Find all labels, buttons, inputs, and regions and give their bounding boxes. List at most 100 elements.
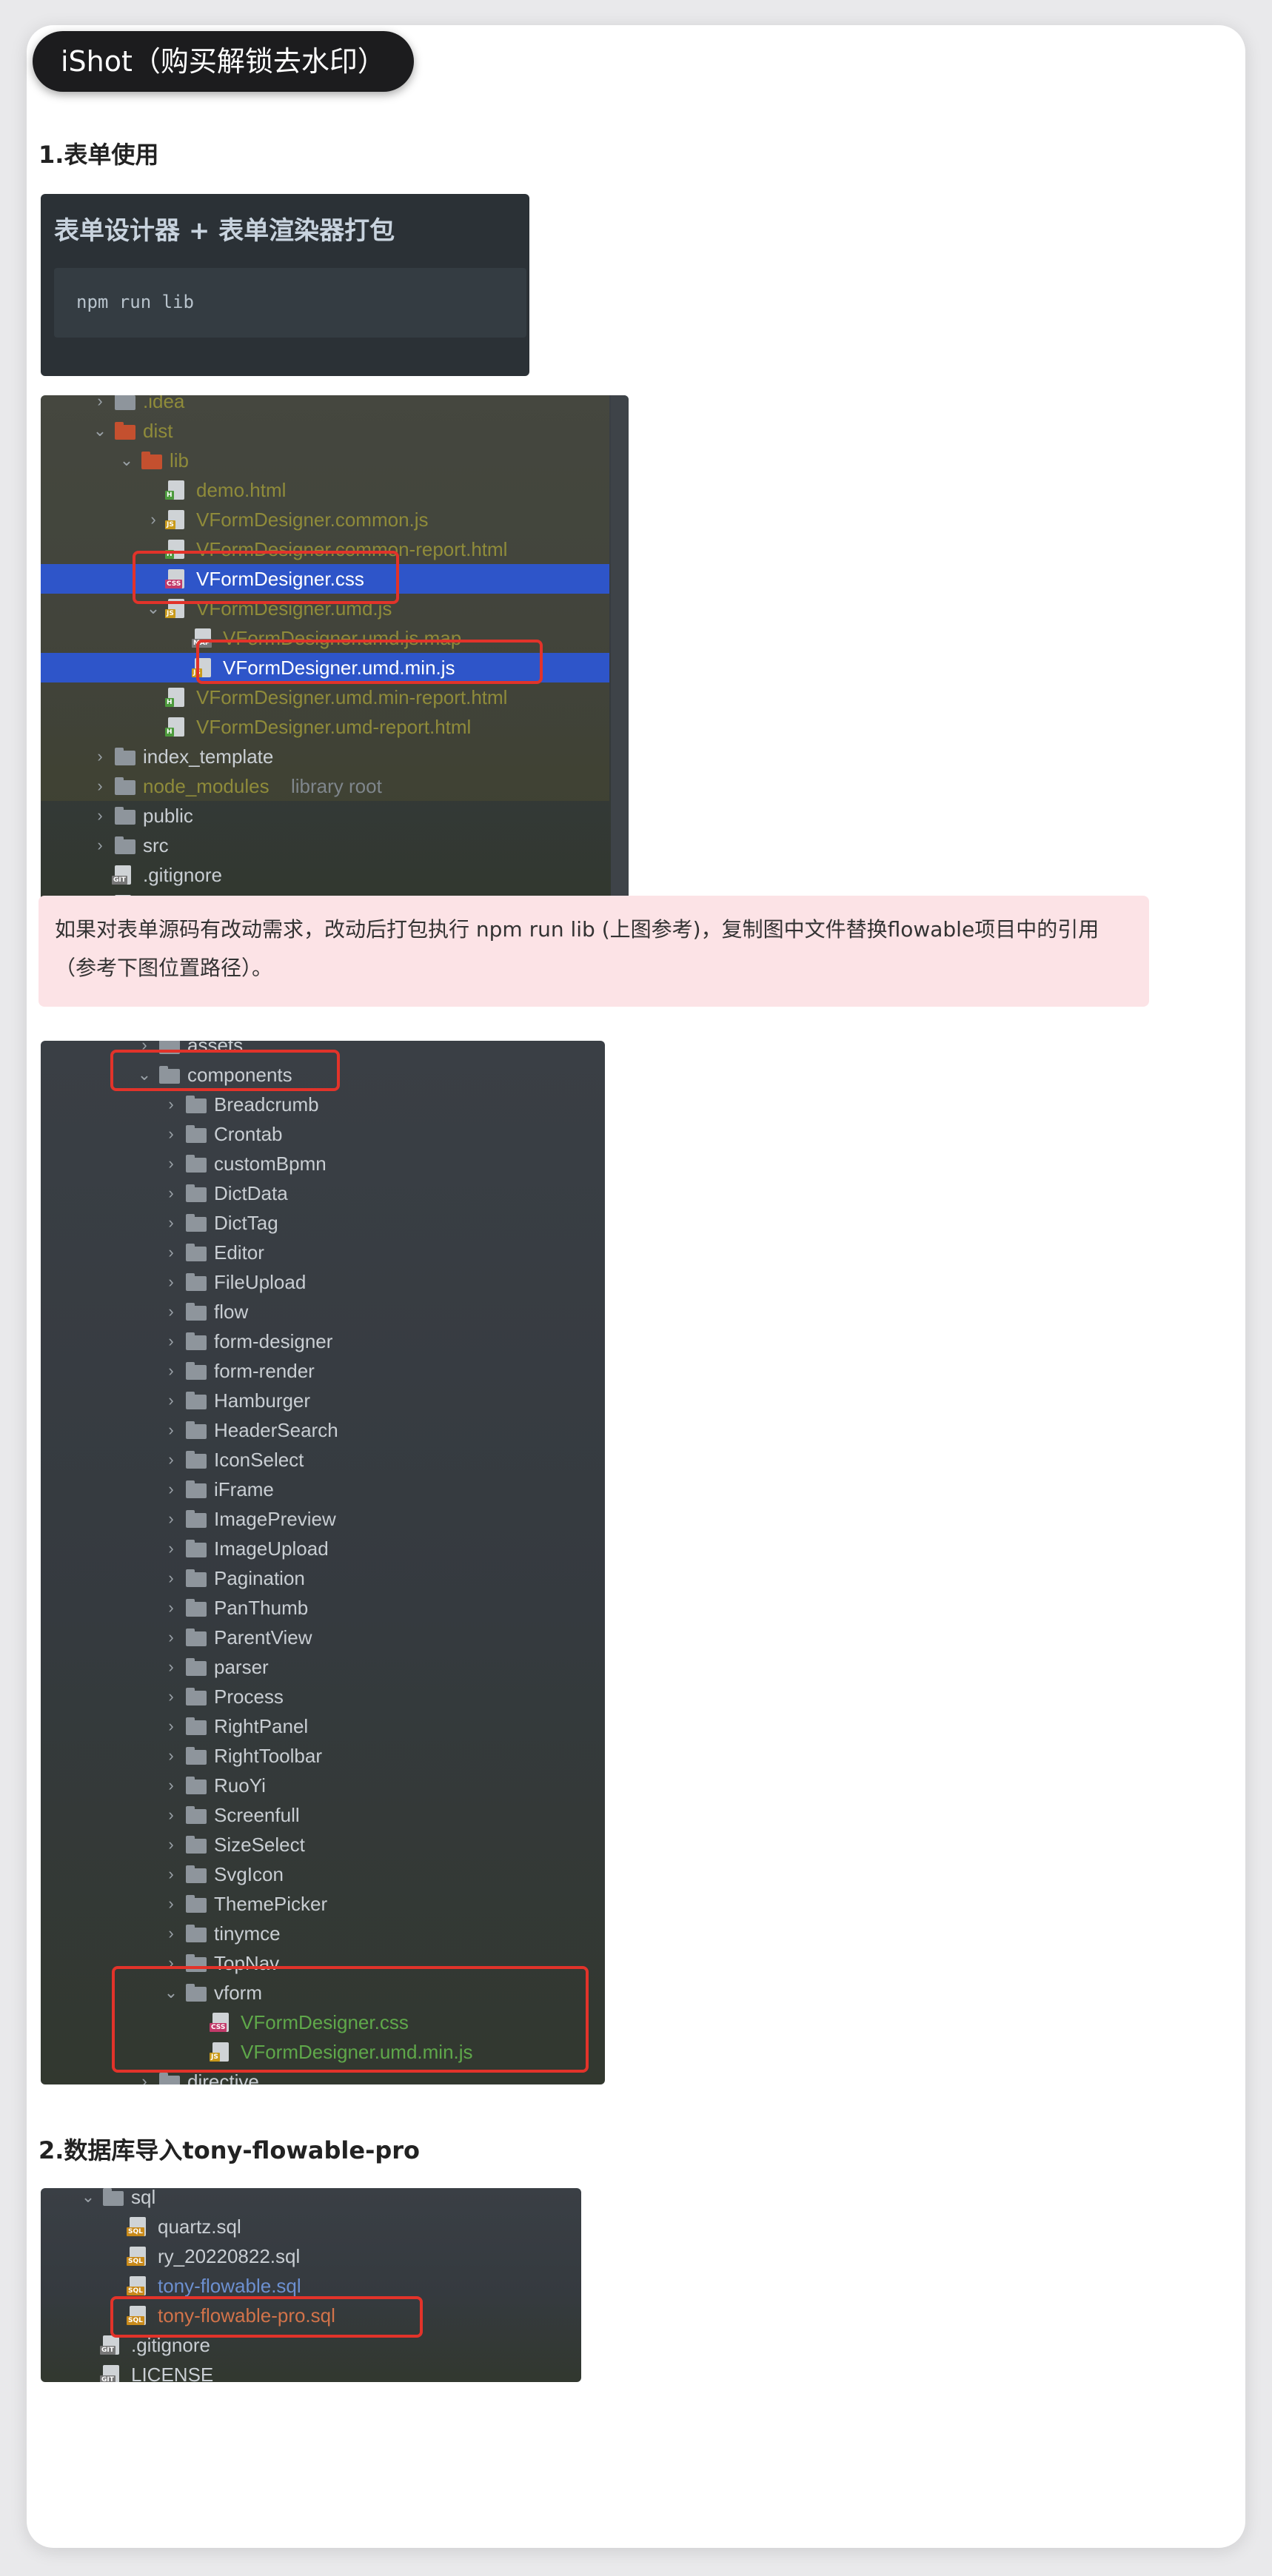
highlight-box <box>110 1050 340 1091</box>
tree-row[interactable]: ⌄ lib <box>41 446 609 475</box>
chevron-right-icon[interactable]: › <box>161 1475 181 1504</box>
tree-row[interactable]: › customBpmn <box>41 1149 605 1178</box>
folder-icon <box>186 1688 207 1705</box>
chevron-right-icon[interactable]: › <box>161 1178 181 1208</box>
folder-icon <box>186 1629 207 1646</box>
tree-row[interactable]: › Breadcrumb <box>41 1090 605 1119</box>
chevron-right-icon[interactable]: › <box>161 1889 181 1919</box>
chevron-right-icon[interactable]: › <box>161 1267 181 1297</box>
tree-row[interactable]: › HeaderSearch <box>41 1415 605 1445</box>
tree-row[interactable]: › node_modules library root <box>41 771 609 801</box>
chevron-right-icon[interactable]: › <box>161 1386 181 1415</box>
tree-row-label: VFormDesigner.umd-report.html <box>196 716 472 738</box>
tree-row[interactable]: SQL quartz.sql <box>41 2212 581 2241</box>
chevron-right-icon[interactable]: › <box>161 1534 181 1563</box>
tree-row[interactable]: ⌄ dist <box>41 416 609 446</box>
chevron-right-icon[interactable]: › <box>161 1090 181 1119</box>
tree-row-label: demo.html <box>196 479 287 501</box>
chevron-right-icon[interactable]: › <box>90 801 110 831</box>
tree-row[interactable]: › flow <box>41 1297 605 1326</box>
chevron-right-icon[interactable]: › <box>161 1919 181 1948</box>
tree-row[interactable]: Hdemo.html <box>41 475 609 505</box>
chevron-right-icon[interactable]: › <box>90 831 110 860</box>
chevron-right-icon[interactable]: › <box>161 1238 181 1267</box>
chevron-right-icon[interactable]: › <box>143 505 164 534</box>
tree-row[interactable]: › RuoYi <box>41 1771 605 1800</box>
chevron-right-icon[interactable]: › <box>161 1652 181 1682</box>
tree-row[interactable]: › FileUpload <box>41 1267 605 1297</box>
chevron-right-icon[interactable]: › <box>161 1682 181 1711</box>
chevron-right-icon[interactable]: › <box>161 1741 181 1771</box>
chevron-right-icon[interactable]: › <box>161 1326 181 1356</box>
tree-row[interactable]: › SvgIcon <box>41 1859 605 1889</box>
chevron-right-icon[interactable]: › <box>161 1356 181 1386</box>
tree-row[interactable]: › tinymce <box>41 1919 605 1948</box>
tree-row[interactable]: › Pagination <box>41 1563 605 1593</box>
tree-row-label: parser <box>214 1656 269 1678</box>
chevron-down-icon[interactable]: ⌄ <box>90 416 110 446</box>
tree-row[interactable]: GIT LICENSE <box>41 2360 581 2382</box>
chevron-right-icon[interactable]: › <box>161 1771 181 1800</box>
chevron-right-icon[interactable]: › <box>161 1504 181 1534</box>
chevron-right-icon[interactable]: › <box>161 1208 181 1238</box>
folder-icon <box>186 1392 207 1409</box>
tree-row[interactable]: › SizeSelect <box>41 1830 605 1859</box>
folder-icon <box>186 1865 207 1883</box>
chevron-right-icon[interactable]: › <box>161 1800 181 1830</box>
tree-row[interactable]: › DictTag <box>41 1208 605 1238</box>
chevron-right-icon[interactable]: › <box>161 1119 181 1149</box>
tree-row[interactable]: › src <box>41 831 609 860</box>
chevron-right-icon[interactable]: › <box>161 1149 181 1178</box>
chevron-right-icon[interactable]: › <box>161 1415 181 1445</box>
tree-row[interactable]: › ThemePicker <box>41 1889 605 1919</box>
tree-row-label: SvgIcon <box>214 1863 284 1885</box>
tree-row[interactable]: SQL ry_20220822.sql <box>41 2241 581 2271</box>
tree-row-label: Pagination <box>214 1567 305 1589</box>
tree-row[interactable]: › iFrame <box>41 1475 605 1504</box>
tree-row[interactable]: › ParentView <box>41 1623 605 1652</box>
tree-row[interactable]: › IconSelect <box>41 1445 605 1475</box>
tree-row[interactable]: › JS VFormDesigner.common.js <box>41 505 609 534</box>
tree-row[interactable]: › Hamburger <box>41 1386 605 1415</box>
chevron-right-icon[interactable]: › <box>161 1623 181 1652</box>
tree-row[interactable]: H VFormDesigner.umd-report.html <box>41 712 609 742</box>
chevron-right-icon[interactable]: › <box>90 395 110 416</box>
tree-row-label: RightToolbar <box>214 1745 322 1767</box>
tree-row[interactable]: › index_template <box>41 742 609 771</box>
tree-row-label: src <box>143 834 169 856</box>
tree-row[interactable]: › Editor <box>41 1238 605 1267</box>
chevron-right-icon[interactable]: › <box>90 742 110 771</box>
tree-row[interactable]: › ImageUpload <box>41 1534 605 1563</box>
folder-icon <box>186 1332 207 1350</box>
tree-row[interactable]: › ImagePreview <box>41 1504 605 1534</box>
tree-row[interactable]: GIT .gitignore <box>41 860 609 890</box>
tree-row[interactable]: H VFormDesigner.umd.min-report.html <box>41 682 609 712</box>
chevron-right-icon[interactable]: › <box>90 771 110 801</box>
chevron-down-icon[interactable]: ⌄ <box>116 446 137 475</box>
chevron-right-icon[interactable]: › <box>161 1830 181 1859</box>
folder-icon <box>186 1777 207 1794</box>
tree-row[interactable]: › Process <box>41 1682 605 1711</box>
chevron-right-icon[interactable]: › <box>161 1593 181 1623</box>
tree-row[interactable]: › parser <box>41 1652 605 1682</box>
tree-row[interactable]: › Crontab <box>41 1119 605 1149</box>
tree-row-label: ImageUpload <box>214 1537 329 1560</box>
chevron-right-icon[interactable]: › <box>161 1445 181 1475</box>
chevron-down-icon[interactable]: ⌄ <box>78 2188 98 2212</box>
chevron-right-icon[interactable]: › <box>161 1859 181 1889</box>
chevron-right-icon[interactable]: › <box>161 1563 181 1593</box>
tree-row[interactable]: › form-designer <box>41 1326 605 1356</box>
tree-row-label: VFormDesigner.common.js <box>196 509 429 531</box>
tree-row[interactable]: › form-render <box>41 1356 605 1386</box>
tree-row[interactable]: › DictData <box>41 1178 605 1208</box>
tree-row[interactable]: › RightPanel <box>41 1711 605 1741</box>
tree-row[interactable]: › public <box>41 801 609 831</box>
tree-row[interactable]: › Screenfull <box>41 1800 605 1830</box>
tree-row[interactable]: › PanThumb <box>41 1593 605 1623</box>
tree-row-label: PanThumb <box>214 1597 309 1619</box>
tree-row[interactable]: › RightToolbar <box>41 1741 605 1771</box>
chevron-right-icon[interactable]: › <box>161 1711 181 1741</box>
tree-row[interactable]: › .idea <box>41 395 609 416</box>
tree-row[interactable]: ⌄ sql <box>41 2188 581 2212</box>
chevron-right-icon[interactable]: › <box>161 1297 181 1326</box>
